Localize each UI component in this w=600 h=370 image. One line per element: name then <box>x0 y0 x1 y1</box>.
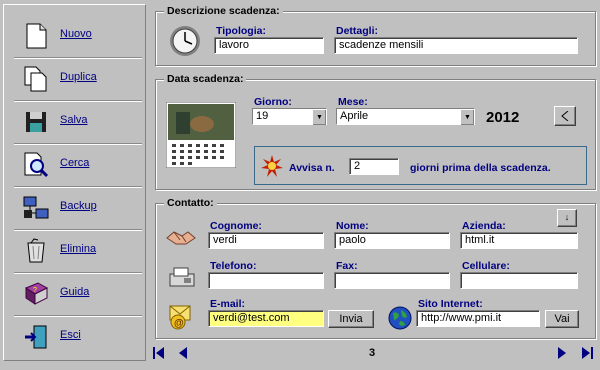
azienda-field[interactable]: html.it <box>460 232 578 249</box>
dettagli-label: Dettagli: <box>336 25 378 37</box>
chevron-down-icon[interactable]: ▼ <box>460 109 474 125</box>
trash-can-icon <box>27 238 45 263</box>
sidebar-item-label: Nuovo <box>60 28 92 40</box>
dettagli-field[interactable]: scadenze mensili <box>334 37 578 54</box>
sidebar-item-duplica[interactable]: Duplica <box>14 58 142 101</box>
sidebar-item-label: Esci <box>60 329 81 341</box>
azienda-label: Azienda: <box>462 220 506 232</box>
calendar-icon <box>166 102 236 168</box>
fax-label: Fax: <box>336 260 358 272</box>
sidebar-item-esci[interactable]: Esci <box>14 316 142 358</box>
tipologia-label: Tipologia: <box>216 25 266 37</box>
email-envelope-icon: @ <box>169 305 191 330</box>
next-record-icon[interactable] <box>557 347 567 359</box>
avvisa-suffix: giorni prima della scadenza. <box>410 162 551 174</box>
record-number: 3 <box>369 347 376 359</box>
sidebar-item-label: Elimina <box>60 243 97 255</box>
sidebar-item-label: Guida <box>60 286 90 298</box>
data-scadenza-title: Data scadenza: <box>164 73 247 85</box>
sidebar-item-label: Salva <box>60 114 88 126</box>
mese-select[interactable]: Aprile ▼ <box>336 108 475 125</box>
sidebar-item-nuovo[interactable]: Nuovo <box>14 15 142 58</box>
triangle-left-icon <box>561 110 569 122</box>
sidebar-item-label: Cerca <box>60 157 90 169</box>
tipologia-field[interactable]: lavoro <box>214 37 324 54</box>
avvisa-box: Avvisa n. 2 giorni prima della scadenza. <box>254 146 587 185</box>
new-document-icon <box>26 23 47 49</box>
chevron-down-icon[interactable]: ▼ <box>312 109 326 125</box>
cellulare-label: Cellulare: <box>462 260 510 272</box>
avvisa-label: Avvisa n. <box>289 162 335 174</box>
arrow-down-icon: ↓ <box>564 212 570 222</box>
sidebar-item-label: Duplica <box>60 71 97 83</box>
clock-icon <box>170 26 200 56</box>
last-record-icon[interactable] <box>581 347 593 359</box>
telefono-label: Telefono: <box>210 260 257 272</box>
giorno-value: 19 <box>256 110 269 122</box>
giorno-label: Giorno: <box>254 96 292 108</box>
email-label: E-mail: <box>210 298 246 310</box>
sidebar-item-label: Backup <box>60 200 97 212</box>
record-navigation: 3 <box>150 344 600 364</box>
avvisa-field[interactable]: 2 <box>349 158 399 175</box>
sidebar-item-guida[interactable]: ? Guida <box>14 273 142 316</box>
contatto-title: Contatto: <box>164 197 217 209</box>
first-record-icon[interactable] <box>153 347 165 359</box>
descrizione-group: Descrizione scadenza: Tipologia: lavoro … <box>155 5 596 66</box>
sidebar: Nuovo Duplica Salva Cerca Backup Elimina… <box>3 4 146 361</box>
email-field[interactable]: verdi@test.com <box>208 310 324 327</box>
previous-record-icon[interactable] <box>178 347 188 359</box>
exit-door-icon <box>25 325 47 349</box>
fax-field[interactable] <box>334 272 450 289</box>
nome-field[interactable]: paolo <box>334 232 450 249</box>
sidebar-item-salva[interactable]: Salva <box>14 101 142 144</box>
mese-value: Aprile <box>340 110 369 122</box>
year-prev-button[interactable] <box>554 106 576 126</box>
cognome-label: Cognome: <box>210 220 262 232</box>
invia-button[interactable]: Invia <box>328 310 374 328</box>
mese-label: Mese: <box>338 96 368 108</box>
expand-contact-button[interactable]: ↓ <box>557 209 577 227</box>
svg-text:@: @ <box>174 318 184 329</box>
backup-network-icon <box>23 196 49 219</box>
anno-text: 2012 <box>486 109 520 126</box>
globe-icon <box>388 306 412 330</box>
data-scadenza-group: Data scadenza: Giorno: 19 ▼ Mese: Aprile… <box>155 73 596 190</box>
fax-phone-icon <box>169 267 195 287</box>
sidebar-item-elimina[interactable]: Elimina <box>14 230 142 273</box>
vai-button[interactable]: Vai <box>545 310 579 328</box>
alert-burst-icon <box>261 155 283 177</box>
magnifier-search-icon <box>24 152 49 178</box>
floppy-disk-icon <box>26 112 46 132</box>
contatto-group: Contatto: ↓ Cognome: verdi Nome: paolo A… <box>155 197 596 339</box>
sidebar-item-backup[interactable]: Backup <box>14 187 142 230</box>
telefono-field[interactable] <box>208 272 324 289</box>
sidebar-item-cerca[interactable]: Cerca <box>14 144 142 187</box>
duplicate-documents-icon <box>24 66 47 92</box>
giorno-select[interactable]: 19 ▼ <box>252 108 327 125</box>
nome-label: Nome: <box>336 220 369 232</box>
descrizione-title: Descrizione scadenza: <box>164 5 283 17</box>
help-book-icon: ? <box>24 282 49 305</box>
cognome-field[interactable]: verdi <box>208 232 324 249</box>
handshake-icon <box>166 231 196 245</box>
sito-label: Sito Internet: <box>418 298 483 310</box>
svg-text:?: ? <box>33 287 37 294</box>
cellulare-field[interactable] <box>460 272 578 289</box>
sito-field[interactable]: http://www.pmi.it <box>416 310 540 327</box>
